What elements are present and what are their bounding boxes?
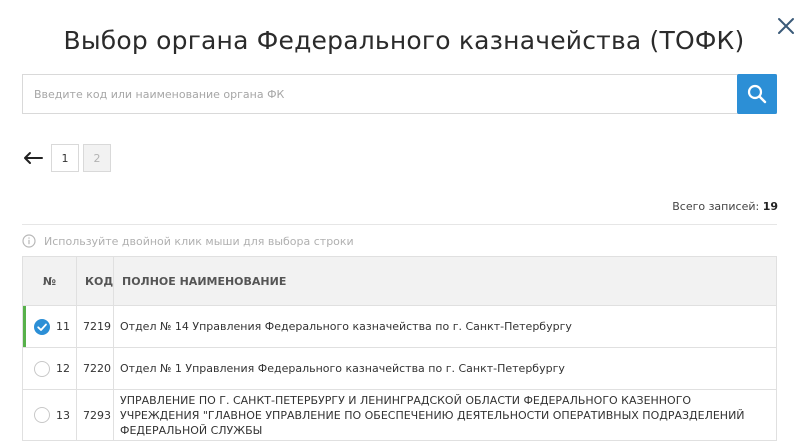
tofk-table: № КОД ПОЛНОЕ НАИМЕНОВАНИЕ 11 7219 Отдел … — [22, 256, 777, 441]
hint-text: Используйте двойной клик мыши для выбора… — [44, 234, 354, 248]
table-header: № КОД ПОЛНОЕ НАИМЕНОВАНИЕ — [22, 256, 777, 306]
table-row[interactable]: 11 7219 Отдел № 14 Управления Федерально… — [22, 305, 777, 348]
records-total-label: Всего записей: — [672, 200, 760, 213]
row-num-cell: 13 — [22, 389, 77, 441]
records-total: Всего записей: 19 — [672, 200, 778, 213]
column-header-code[interactable]: КОД — [76, 256, 114, 306]
row-code: 7219 — [76, 305, 114, 348]
hint: Используйте двойной клик мыши для выбора… — [22, 234, 354, 248]
row-num-cell: 11 — [22, 305, 77, 348]
table-row[interactable]: 13 7293 УПРАВЛЕНИЕ ПО Г. САНКТ-ПЕТЕРБУРГ… — [22, 389, 777, 441]
row-num: 12 — [56, 362, 70, 375]
close-icon[interactable] — [774, 14, 798, 38]
row-name: УПРАВЛЕНИЕ ПО Г. САНКТ-ПЕТЕРБУРГУ И ЛЕНИ… — [113, 389, 777, 441]
dialog-title: Выбор органа Федерального казначейства (… — [63, 26, 745, 55]
row-select-radio[interactable] — [34, 318, 50, 335]
row-code: 7293 — [76, 389, 114, 441]
divider — [22, 224, 777, 225]
records-total-count: 19 — [762, 200, 778, 213]
checkmark-icon — [37, 323, 47, 331]
row-num: 13 — [56, 408, 70, 422]
row-num: 11 — [56, 320, 70, 333]
search-button[interactable] — [737, 74, 777, 114]
row-code: 7220 — [76, 347, 114, 390]
row-select-radio[interactable] — [34, 360, 50, 377]
search-icon — [747, 84, 767, 104]
search-bar — [22, 74, 777, 114]
row-name: Отдел № 14 Управления Федерального казна… — [113, 305, 777, 348]
page-button-2[interactable]: 2 — [83, 144, 111, 172]
search-input[interactable] — [23, 75, 737, 113]
column-header-num[interactable]: № — [22, 256, 77, 306]
column-header-name[interactable]: ПОЛНОЕ НАИМЕНОВАНИЕ — [113, 256, 777, 306]
row-select-radio[interactable] — [34, 407, 50, 423]
row-name: Отдел № 1 Управления Федерального казнач… — [113, 347, 777, 390]
pagination: 1 2 — [22, 144, 115, 172]
row-num-cell: 12 — [22, 347, 77, 390]
page-button-1[interactable]: 1 — [51, 144, 79, 172]
table-row[interactable]: 12 7220 Отдел № 1 Управления Федеральног… — [22, 347, 777, 390]
info-icon — [22, 234, 36, 248]
arrow-left-icon[interactable] — [22, 150, 44, 166]
